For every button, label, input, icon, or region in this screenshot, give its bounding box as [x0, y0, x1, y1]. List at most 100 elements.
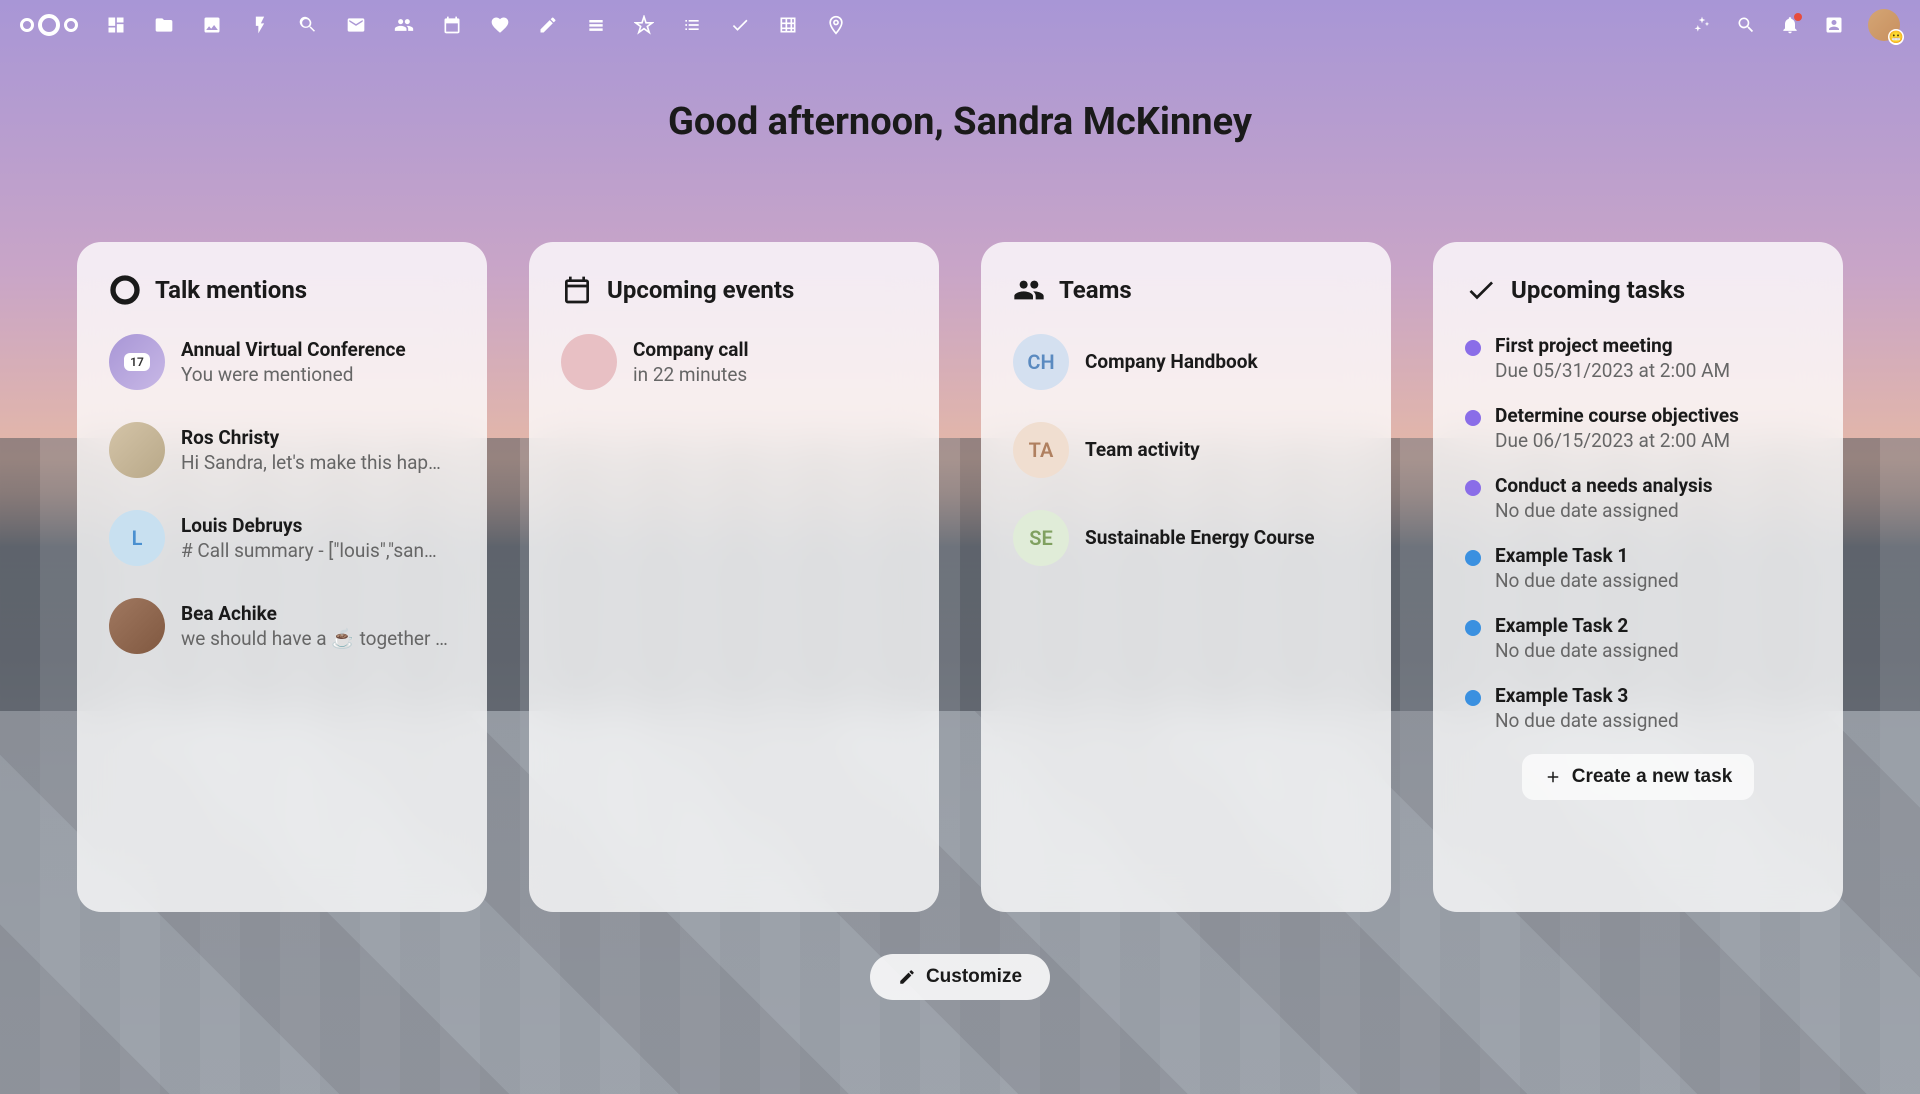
task-item[interactable]: Example Task 1 No due date assigned: [1465, 544, 1811, 592]
item-subtitle: You were mentioned: [181, 363, 455, 386]
user-avatar-icon: L: [109, 510, 165, 566]
task-color-icon: [1465, 690, 1481, 706]
notes-icon[interactable]: [538, 15, 558, 35]
team-item[interactable]: TA Team activity: [1013, 422, 1359, 478]
photos-icon[interactable]: [202, 15, 222, 35]
team-item[interactable]: CH Company Handbook: [1013, 334, 1359, 390]
widget-header: Upcoming events: [561, 274, 907, 306]
item-title: Team activity: [1085, 438, 1359, 461]
item-title: Ros Christy: [181, 426, 455, 449]
talk-mention-item[interactable]: Ros Christy Hi Sandra, let's make this h…: [109, 422, 455, 478]
health-icon[interactable]: [490, 15, 510, 35]
files-icon[interactable]: [154, 15, 174, 35]
calendar-icon: [561, 274, 593, 306]
task-subtitle: Due 06/15/2023 at 2:00 AM: [1495, 429, 1811, 452]
item-title: Louis Debruys: [181, 514, 455, 537]
widget-upcoming-events: Upcoming events Company call in 22 minut…: [529, 242, 939, 912]
check-icon: [1465, 274, 1497, 306]
tables-icon[interactable]: [778, 15, 798, 35]
team-item[interactable]: SE Sustainable Energy Course: [1013, 510, 1359, 566]
greeting: Good afternoon, Sandra McKinney: [0, 100, 1920, 144]
deck-icon[interactable]: [586, 15, 606, 35]
customize-button[interactable]: Customize: [870, 954, 1050, 1000]
task-color-icon: [1465, 620, 1481, 636]
featured-icon[interactable]: [634, 15, 654, 35]
item-subtitle: we should have a ☕ together …: [181, 627, 455, 650]
task-title: First project meeting: [1495, 334, 1811, 357]
user-avatar-icon: [109, 422, 165, 478]
customize-bar: Customize: [0, 954, 1920, 1000]
item-subtitle: Hi Sandra, let's make this hap…: [181, 451, 455, 474]
widget-title: Teams: [1059, 276, 1132, 304]
task-title: Example Task 2: [1495, 614, 1811, 637]
item-subtitle: in 22 minutes: [633, 363, 907, 386]
user-avatar[interactable]: [1868, 9, 1900, 41]
event-color-icon: [561, 334, 617, 390]
task-subtitle: No due date assigned: [1495, 639, 1811, 662]
task-title: Determine course objectives: [1495, 404, 1811, 427]
team-avatar-icon: CH: [1013, 334, 1069, 390]
maps-icon[interactable]: [826, 15, 846, 35]
top-bar-left: [20, 14, 846, 36]
widget-talk-mentions: Talk mentions 17 Annual Virtual Conferen…: [77, 242, 487, 912]
user-avatar-icon: [109, 598, 165, 654]
task-color-icon: [1465, 340, 1481, 356]
widget-upcoming-tasks: Upcoming tasks First project meeting Due…: [1433, 242, 1843, 912]
task-subtitle: Due 05/31/2023 at 2:00 AM: [1495, 359, 1811, 382]
task-color-icon: [1465, 550, 1481, 566]
lists-icon[interactable]: [682, 15, 702, 35]
talk-mention-item[interactable]: L Louis Debruys # Call summary - ["louis…: [109, 510, 455, 566]
task-item[interactable]: Determine course objectives Due 06/15/20…: [1465, 404, 1811, 452]
team-avatar-icon: SE: [1013, 510, 1069, 566]
item-subtitle: # Call summary - ["louis","san…: [181, 539, 455, 562]
task-subtitle: No due date assigned: [1495, 709, 1811, 732]
customize-label: Customize: [926, 966, 1022, 988]
tasks-icon[interactable]: [730, 15, 750, 35]
pencil-icon: [898, 968, 916, 986]
widget-title: Upcoming events: [607, 276, 794, 304]
conference-avatar-icon: 17: [109, 334, 165, 390]
talk-mention-item[interactable]: 17 Annual Virtual Conference You were me…: [109, 334, 455, 390]
task-title: Example Task 1: [1495, 544, 1811, 567]
task-color-icon: [1465, 410, 1481, 426]
task-color-icon: [1465, 480, 1481, 496]
task-item[interactable]: Conduct a needs analysis No due date ass…: [1465, 474, 1811, 522]
logo[interactable]: [20, 14, 78, 36]
contacts-icon[interactable]: [394, 15, 414, 35]
talk-icon[interactable]: [298, 15, 318, 35]
create-task-button[interactable]: Create a new task: [1522, 754, 1755, 800]
search-icon[interactable]: [1736, 15, 1756, 35]
item-title: Sustainable Energy Course: [1085, 526, 1359, 549]
item-title: Annual Virtual Conference: [181, 338, 455, 361]
task-title: Example Task 3: [1495, 684, 1811, 707]
activity-icon[interactable]: [250, 15, 270, 35]
task-item[interactable]: Example Task 3 No due date assigned: [1465, 684, 1811, 732]
mail-icon[interactable]: [346, 15, 366, 35]
widget-teams: Teams CH Company Handbook TA Team activi…: [981, 242, 1391, 912]
task-item[interactable]: First project meeting Due 05/31/2023 at …: [1465, 334, 1811, 382]
widget-title: Talk mentions: [155, 276, 307, 304]
team-avatar-icon: TA: [1013, 422, 1069, 478]
dashboard: Talk mentions 17 Annual Virtual Conferen…: [0, 242, 1920, 912]
task-subtitle: No due date assigned: [1495, 499, 1811, 522]
item-title: Bea Achike: [181, 602, 455, 625]
teams-icon: [1013, 274, 1045, 306]
notifications-icon[interactable]: [1780, 15, 1800, 35]
assistant-icon[interactable]: [1692, 15, 1712, 35]
item-title: Company Handbook: [1085, 350, 1359, 373]
contacts-menu-icon[interactable]: [1824, 15, 1844, 35]
task-item[interactable]: Example Task 2 No due date assigned: [1465, 614, 1811, 662]
event-item[interactable]: Company call in 22 minutes: [561, 334, 907, 390]
widget-title: Upcoming tasks: [1511, 276, 1685, 304]
top-bar: [0, 0, 1920, 50]
widget-header: Talk mentions: [109, 274, 455, 306]
talk-mention-item[interactable]: Bea Achike we should have a ☕ together …: [109, 598, 455, 654]
dashboard-icon[interactable]: [106, 15, 126, 35]
task-subtitle: No due date assigned: [1495, 569, 1811, 592]
item-title: Company call: [633, 338, 907, 361]
plus-icon: [1544, 768, 1562, 786]
create-task-label: Create a new task: [1572, 766, 1733, 788]
calendar-icon[interactable]: [442, 15, 462, 35]
top-bar-right: [1692, 9, 1900, 41]
task-title: Conduct a needs analysis: [1495, 474, 1811, 497]
